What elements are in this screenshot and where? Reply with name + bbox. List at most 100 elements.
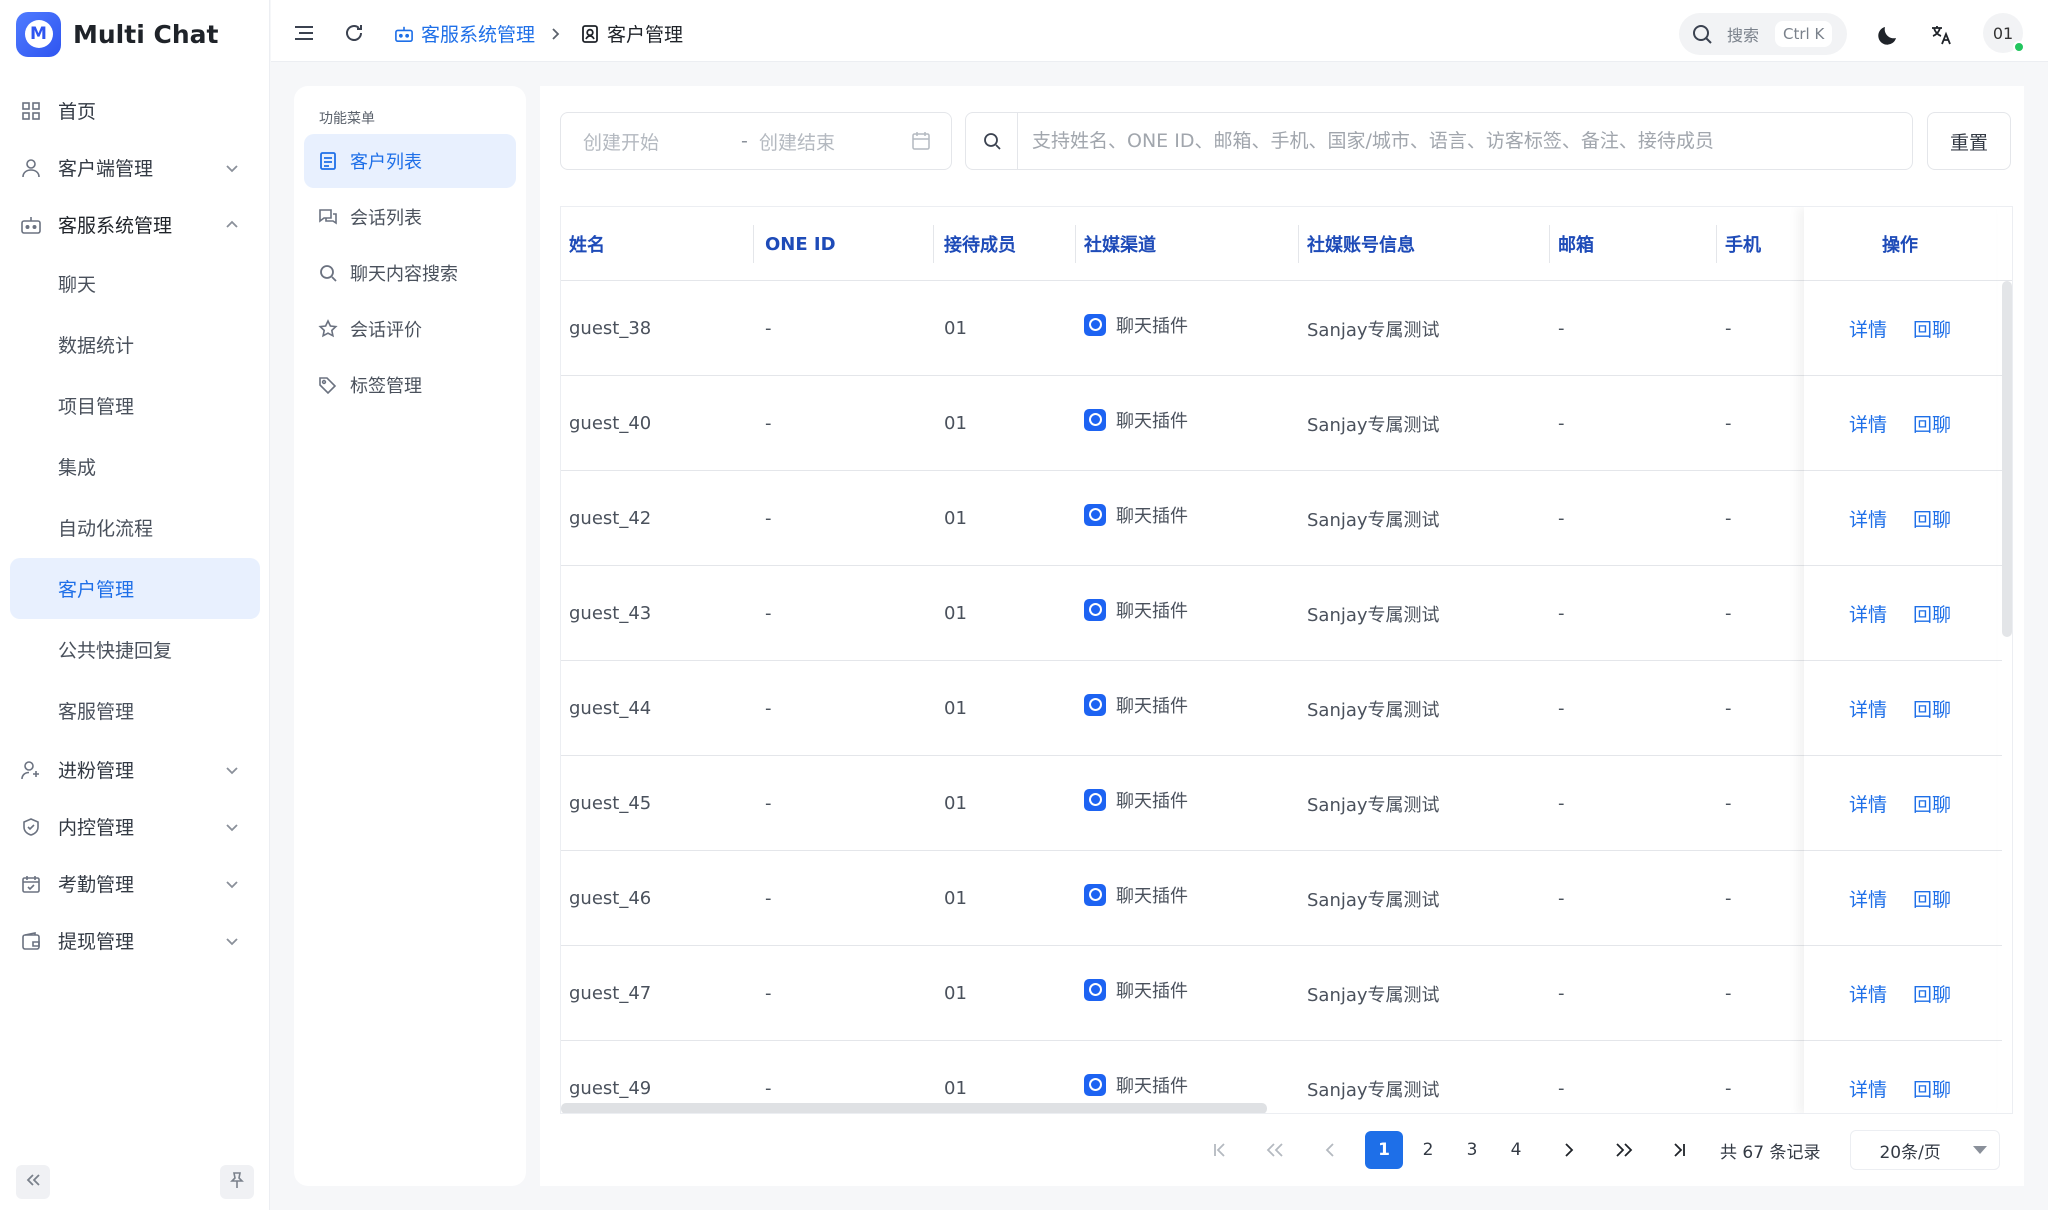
table-row[interactable]: guest_40 - 01 聊天插件 Sanjay专属测试 - -	[561, 376, 2012, 471]
column-header-account[interactable]: 社媒账号信息	[1307, 207, 1415, 281]
channel-label: 聊天插件	[1116, 410, 1188, 432]
func-item-chat-search[interactable]: 聊天内容搜索	[304, 246, 516, 300]
collapse-sidebar-button[interactable]	[16, 1165, 50, 1199]
reply-link[interactable]: 回聊	[1913, 315, 1951, 342]
detail-link[interactable]: 详情	[1849, 600, 1887, 627]
breadcrumb: 客服系统管理 客户管理	[393, 20, 683, 47]
column-header-phone[interactable]: 手机	[1725, 207, 1761, 281]
sidebar-sub-chat[interactable]: 聊天	[10, 253, 260, 314]
menu-toggle-icon[interactable]	[291, 20, 317, 46]
detail-link[interactable]: 详情	[1849, 410, 1887, 437]
reply-link[interactable]: 回聊	[1913, 505, 1951, 532]
shield-icon	[20, 816, 42, 838]
detail-link[interactable]: 详情	[1849, 505, 1887, 532]
func-item-session-rating[interactable]: 会话评价	[304, 302, 516, 356]
avatar[interactable]: 01	[1983, 13, 2025, 53]
sidebar-sub-automation[interactable]: 自动化流程	[10, 497, 260, 558]
chat-plugin-icon	[1084, 788, 1106, 811]
table-row[interactable]: guest_42 - 01 聊天插件 Sanjay专属测试 - -	[561, 471, 2012, 566]
sidebar-sub-integration[interactable]: 集成	[10, 436, 260, 497]
detail-link[interactable]: 详情	[1849, 790, 1887, 817]
horizontal-scrollbar[interactable]	[561, 1103, 1267, 1113]
jump-back-icon[interactable]	[1255, 1130, 1295, 1170]
sidebar-item-fans[interactable]: 进粉管理	[10, 741, 260, 798]
table-row[interactable]: guest_46 - 01 聊天插件 Sanjay专属测试 - -	[561, 851, 2012, 946]
page-size-select[interactable]: 20条/页	[1850, 1130, 2001, 1170]
refresh-icon[interactable]	[341, 20, 367, 46]
breadcrumb-parent[interactable]: 客服系统管理	[393, 20, 535, 47]
table-row[interactable]: guest_38 - 01 聊天插件 Sanjay专属测试 - -	[561, 281, 2012, 376]
table-row[interactable]: guest_43 - 01 聊天插件 Sanjay专属测试 - -	[561, 566, 2012, 661]
column-header-email[interactable]: 邮箱	[1558, 207, 1594, 281]
customer-search	[965, 112, 1913, 170]
reset-button[interactable]: 重置	[1927, 112, 2011, 170]
page-number[interactable]: 1	[1365, 1131, 1403, 1169]
sidebar-item-cs-system[interactable]: 客服系统管理	[10, 196, 260, 253]
action-cell: 详情 回聊	[1804, 281, 1996, 376]
reply-link[interactable]: 回聊	[1913, 885, 1951, 912]
column-divider	[1716, 225, 1717, 263]
reply-link[interactable]: 回聊	[1913, 695, 1951, 722]
reply-link[interactable]: 回聊	[1913, 980, 1951, 1007]
detail-link[interactable]: 详情	[1849, 980, 1887, 1007]
column-header-one-id[interactable]: ONE ID	[765, 207, 836, 281]
last-page-icon[interactable]	[1659, 1130, 1699, 1170]
global-search-button[interactable]: 搜索 Ctrl K	[1679, 13, 1847, 55]
avatar-label: 01	[1992, 23, 2014, 43]
table-row[interactable]: guest_44 - 01 聊天插件 Sanjay专属测试 - -	[561, 661, 2012, 756]
prev-page-icon[interactable]	[1310, 1130, 1350, 1170]
app-logo: M	[16, 11, 61, 57]
sidebar-sub-quick-replies[interactable]: 公共快捷回复	[10, 619, 260, 680]
sidebar-sub-customers[interactable]: 客户管理	[10, 558, 260, 619]
brand[interactable]: M Multi Chat	[16, 11, 218, 57]
detail-link[interactable]: 详情	[1849, 1075, 1887, 1102]
next-page-icon[interactable]	[1549, 1130, 1589, 1170]
reply-link[interactable]: 回聊	[1913, 790, 1951, 817]
sidebar-item-withdrawal[interactable]: 提现管理	[10, 912, 260, 969]
chat-bubbles-icon	[318, 207, 338, 227]
sidebar-item-attendance[interactable]: 考勤管理	[10, 855, 260, 912]
pagination: 1 2 3 4 共 67 条记录 20条/页	[1200, 1130, 2001, 1170]
sidebar-sub-projects[interactable]: 项目管理	[10, 375, 260, 436]
table-row[interactable]: guest_45 - 01 聊天插件 Sanjay专属测试 - -	[561, 756, 2012, 851]
sidebar-sub-statistics[interactable]: 数据统计	[10, 314, 260, 375]
page-number[interactable]: 4	[1497, 1131, 1535, 1169]
sidebar-item-home[interactable]: 首页	[10, 82, 260, 139]
sidebar-item-internal-control[interactable]: 内控管理	[10, 798, 260, 855]
search-button[interactable]	[966, 113, 1018, 169]
jump-forward-icon[interactable]	[1604, 1130, 1644, 1170]
sidebar-sub-agents[interactable]: 客服管理	[10, 680, 260, 741]
column-header-channel[interactable]: 社媒渠道	[1084, 207, 1156, 281]
chat-plugin-icon	[1084, 978, 1106, 1001]
table-row[interactable]: guest_47 - 01 聊天插件 Sanjay专属测试 - -	[561, 946, 2012, 1041]
vertical-scrollbar-thumb[interactable]	[2002, 281, 2012, 637]
reply-link[interactable]: 回聊	[1913, 410, 1951, 437]
dashboard-icon	[20, 100, 42, 122]
action-cell: 详情 回聊	[1804, 661, 1996, 756]
search-input[interactable]	[1018, 113, 1912, 169]
date-range-picker[interactable]: 创建开始 - 创建结束	[560, 112, 952, 170]
cell-one-id: -	[765, 603, 772, 624]
channel-label: 聊天插件	[1116, 695, 1188, 717]
reply-link[interactable]: 回聊	[1913, 600, 1951, 627]
sidebar-item-client-mgmt[interactable]: 客户端管理	[10, 139, 260, 196]
search-icon	[1691, 23, 1713, 45]
column-header-member[interactable]: 接待成员	[944, 207, 1016, 281]
detail-link[interactable]: 详情	[1849, 885, 1887, 912]
detail-link[interactable]: 详情	[1849, 315, 1887, 342]
first-page-icon[interactable]	[1200, 1130, 1240, 1170]
column-header-name[interactable]: 姓名	[569, 207, 605, 281]
detail-link[interactable]: 详情	[1849, 695, 1887, 722]
page-number[interactable]: 2	[1409, 1131, 1447, 1169]
search-label: 搜索	[1727, 26, 1760, 45]
reply-link[interactable]: 回聊	[1913, 1075, 1951, 1102]
channel-label: 聊天插件	[1116, 885, 1188, 907]
func-item-customer-list[interactable]: 客户列表	[304, 134, 516, 188]
translate-icon[interactable]	[1928, 22, 1954, 48]
sidebar-item-label: 内控管理	[58, 817, 135, 839]
func-item-tag-management[interactable]: 标签管理	[304, 358, 516, 412]
page-number[interactable]: 3	[1453, 1131, 1491, 1169]
dark-mode-icon[interactable]	[1875, 22, 1901, 48]
pin-sidebar-button[interactable]	[220, 1165, 254, 1199]
func-item-session-list[interactable]: 会话列表	[304, 190, 516, 244]
